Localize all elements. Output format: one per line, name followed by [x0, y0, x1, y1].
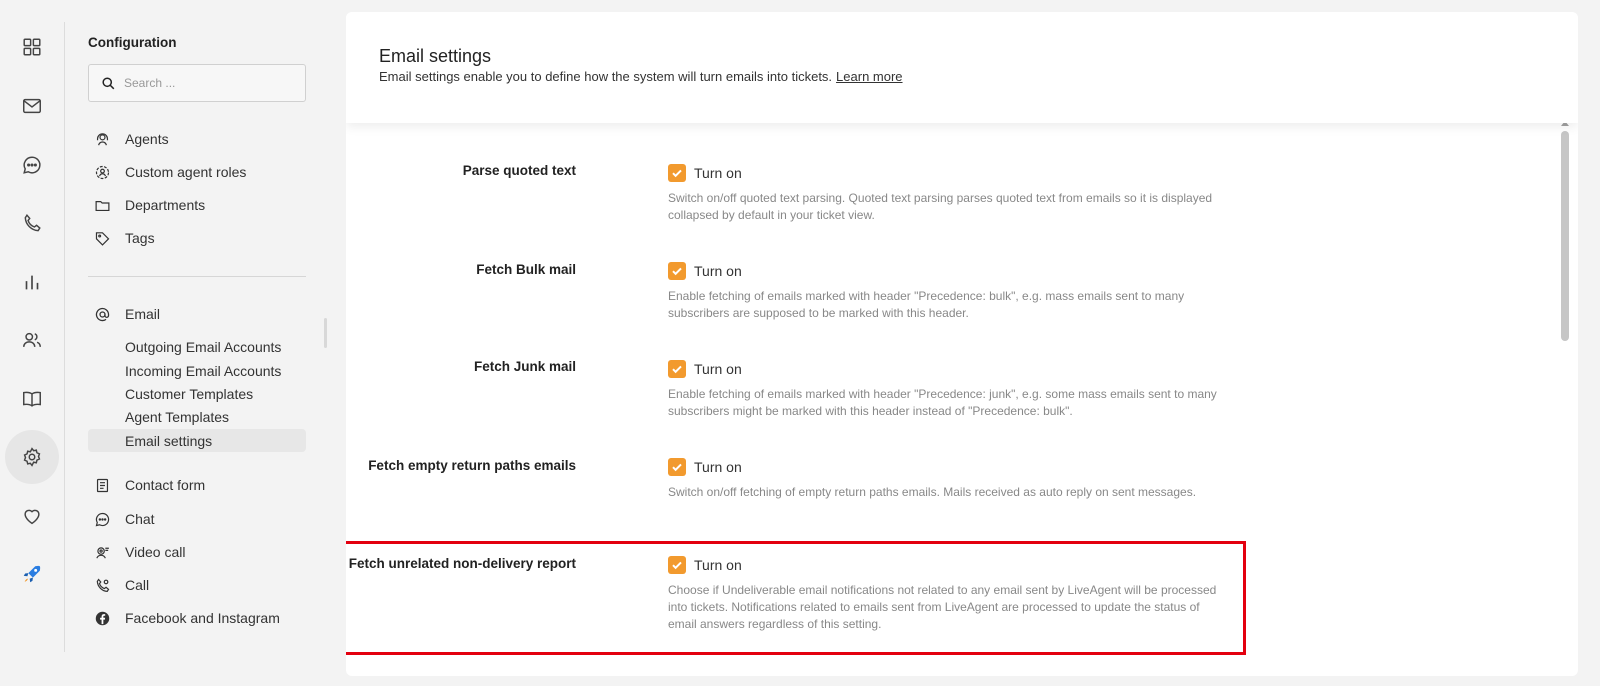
knowledgebase-icon[interactable]: [5, 372, 59, 426]
facebook-icon: [92, 608, 112, 628]
check-icon: [672, 561, 682, 570]
tag-icon: [92, 228, 112, 248]
setting-toggle-fetch-bulk-mail[interactable]: Turn on: [668, 262, 742, 280]
email-settings-card: Email settings Email settings enable you…: [346, 12, 1578, 676]
agent-headset-icon: [92, 129, 112, 149]
checkbox-label: Turn on: [694, 361, 742, 377]
panel-resize-handle[interactable]: [324, 318, 327, 348]
nav-item-email[interactable]: Email: [88, 301, 308, 327]
setting-help-parse-quoted-text: Switch on/off quoted text parsing. Quote…: [668, 191, 1213, 222]
phone-icon[interactable]: [5, 196, 59, 250]
config-search[interactable]: [88, 64, 306, 102]
sub-item-outgoing-email-accounts[interactable]: Outgoing Email Accounts: [88, 335, 306, 358]
checkbox-label: Turn on: [694, 459, 742, 475]
nav-item-departments[interactable]: Departments: [88, 192, 308, 218]
video-call-icon: [92, 542, 112, 562]
checkbox-label: Turn on: [694, 263, 742, 279]
settings-icon[interactable]: [5, 430, 59, 484]
nav-item-facebook-and-instagram[interactable]: Facebook and Instagram: [88, 605, 308, 631]
sub-item-agent-templates[interactable]: Agent Templates: [88, 405, 306, 428]
description-text: Email settings enable you to define how …: [379, 69, 833, 84]
settings-list: Parse quoted text Turn on Switch on/off …: [346, 123, 1556, 676]
rail-divider: [64, 22, 65, 652]
page-description: Email settings enable you to define how …: [379, 69, 903, 84]
page-title: Email settings: [379, 46, 492, 66]
nav-item-custom-agent-roles[interactable]: Custom agent roles: [88, 159, 308, 185]
setting-label-parse-quoted-text: Parse quoted text: [462, 163, 576, 178]
folder-icon: [92, 195, 112, 215]
setting-toggle-parse-quoted-text[interactable]: Turn on: [668, 164, 742, 182]
check-icon: [672, 169, 682, 178]
sub-item-email-settings[interactable]: Email settings: [88, 429, 306, 452]
nav-item-contact-form[interactable]: Contact form: [88, 472, 308, 498]
nav-item-call[interactable]: Call: [88, 572, 308, 598]
learn-more-link[interactable]: Learn more: [836, 69, 902, 84]
checkbox-label: Turn on: [694, 165, 742, 181]
checkbox-checked[interactable]: [668, 556, 686, 574]
nav-item-label: Video call: [125, 544, 186, 560]
nav-item-label: Chat: [125, 511, 155, 527]
sub-item-incoming-email-accounts[interactable]: Incoming Email Accounts: [88, 359, 306, 382]
scrollbar-thumb[interactable]: [1561, 131, 1569, 341]
config-divider: [88, 276, 306, 277]
nav-item-chat[interactable]: Chat: [88, 506, 308, 532]
nav-item-tags[interactable]: Tags: [88, 225, 308, 251]
nav-item-label: Departments: [125, 197, 206, 213]
form-icon: [92, 475, 112, 495]
vertical-scrollbar[interactable]: [1558, 121, 1572, 676]
setting-toggle-fetch-junk-mail[interactable]: Turn on: [668, 360, 742, 378]
checkbox-checked[interactable]: [668, 360, 686, 378]
chat-bubble-icon: [92, 509, 112, 529]
icon-rail: [0, 0, 62, 686]
search-icon: [102, 76, 115, 89]
setting-label-fetch-junk-mail: Fetch Junk mail: [473, 359, 576, 374]
checkbox-checked[interactable]: [668, 458, 686, 476]
nav-item-label: Email: [125, 306, 161, 322]
setting-help-fetch-unrelated-ndr: Choose if Undeliverable email notificati…: [668, 583, 1217, 631]
check-icon: [672, 365, 682, 374]
config-title: Configuration: [88, 35, 177, 50]
nav-item-agents[interactable]: Agents: [88, 126, 308, 152]
setting-toggle-fetch-unrelated-ndr[interactable]: Turn on: [668, 556, 742, 574]
reports-icon[interactable]: [5, 255, 59, 309]
setting-help-fetch-empty-return-paths: Switch on/off fetching of empty return p…: [668, 485, 1197, 499]
nav-item-label: Contact form: [125, 477, 206, 493]
checkbox-checked[interactable]: [668, 262, 686, 280]
checkbox-checked[interactable]: [668, 164, 686, 182]
configuration-panel: Configuration Agents Custom agent roles …: [88, 0, 308, 686]
check-icon: [672, 463, 682, 472]
main-header: Email settings Email settings enable you…: [346, 12, 1578, 123]
nav-item-label: Custom agent roles: [125, 164, 247, 180]
nav-item-label: Tags: [125, 230, 155, 246]
check-icon: [672, 267, 682, 276]
mail-icon[interactable]: [5, 79, 59, 133]
nav-item-label: Agents: [125, 131, 169, 147]
setting-label-fetch-empty-return-paths: Fetch empty return paths emails: [368, 458, 576, 473]
setting-help-fetch-bulk-mail: Enable fetching of emails marked with he…: [668, 289, 1185, 320]
setting-toggle-fetch-empty-return-paths[interactable]: Turn on: [668, 458, 742, 476]
nav-item-label: Facebook and Instagram: [125, 610, 280, 626]
rocket-icon[interactable]: [5, 547, 59, 601]
contacts-icon[interactable]: [5, 313, 59, 367]
setting-label-fetch-unrelated-ndr: Fetch unrelated non-delivery report: [348, 556, 576, 571]
phone-settings-icon: [92, 575, 112, 595]
dashboard-icon[interactable]: [5, 20, 59, 74]
nav-item-label: Call: [125, 577, 150, 593]
nav-item-video-call[interactable]: Video call: [88, 539, 308, 565]
setting-label-fetch-bulk-mail: Fetch Bulk mail: [476, 262, 576, 277]
search-input[interactable]: [124, 76, 294, 90]
agent-roles-icon: [92, 162, 112, 182]
heart-icon[interactable]: [5, 489, 59, 543]
at-sign-icon: [92, 304, 112, 324]
sub-item-customer-templates[interactable]: Customer Templates: [88, 382, 306, 405]
setting-help-fetch-junk-mail: Enable fetching of emails marked with he…: [668, 387, 1217, 418]
checkbox-label: Turn on: [694, 557, 742, 573]
chat-icon[interactable]: [5, 138, 59, 192]
